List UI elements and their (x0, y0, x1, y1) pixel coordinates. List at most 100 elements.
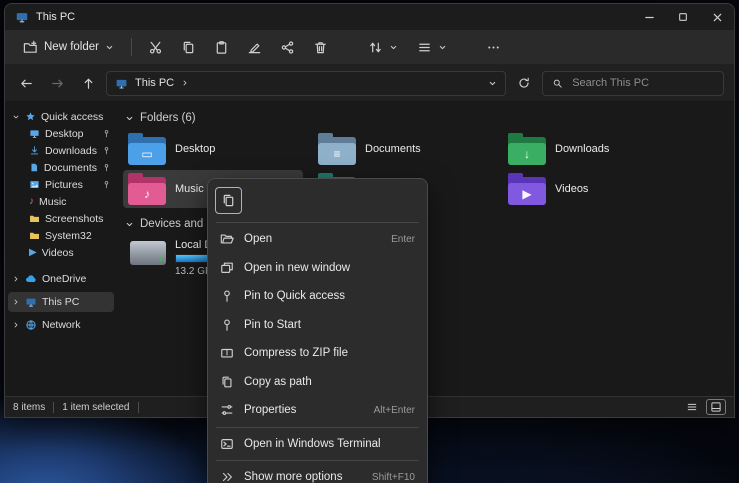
hard-drive-icon (130, 241, 166, 265)
menu-item-open[interactable]: Open Enter (212, 225, 423, 254)
refresh-icon (517, 76, 531, 90)
maximize-button[interactable] (666, 4, 700, 30)
new-folder-label: New folder (44, 41, 99, 53)
menu-item-pin-to-start[interactable]: Pin to Start (212, 311, 423, 340)
address-dropdown-icon[interactable] (488, 79, 497, 88)
folder-tile-label: Desktop (175, 143, 215, 155)
folder-tile-desktop[interactable]: ▭ Desktop (123, 130, 303, 168)
minimize-icon (644, 12, 655, 23)
menu-item-compress-to-zip[interactable]: Compress to ZIP file (212, 339, 423, 368)
command-bar: New folder (5, 30, 734, 65)
new-folder-button[interactable]: New folder (15, 34, 122, 60)
share-icon (280, 40, 295, 55)
folder-tile-label: Documents (365, 143, 421, 155)
sidebar-item-downloads[interactable]: Downloads (8, 142, 114, 159)
folder-tile-videos[interactable]: ▶ Videos (503, 170, 683, 208)
pictures-icon (29, 179, 40, 190)
menu-item-pin-to-quick-access[interactable]: Pin to Quick access (212, 282, 423, 311)
cut-button[interactable] (141, 34, 171, 60)
chevron-down-icon (125, 114, 134, 123)
folders-section-header[interactable]: Folders (6) (125, 108, 734, 128)
terminal-icon (220, 437, 234, 451)
titlebar: This PC (5, 4, 734, 30)
view-button[interactable] (409, 34, 455, 60)
menu-item-copy-as-path[interactable]: Copy as path (212, 368, 423, 397)
sidebar-item-desktop[interactable]: Desktop (8, 125, 114, 142)
pin-icon (220, 318, 234, 332)
statusbar-view-toggles (682, 399, 726, 415)
show-more-icon (220, 470, 234, 483)
details-view-button[interactable] (682, 399, 702, 415)
statusbar-divider (138, 402, 139, 413)
share-button[interactable] (273, 34, 303, 60)
forward-button[interactable] (44, 70, 70, 96)
screen: This PC New folder (0, 0, 739, 483)
sidebar-item-this-pc[interactable]: This PC (8, 292, 114, 312)
sidebar-item-documents[interactable]: Documents (8, 159, 114, 176)
address-bar: This PC (5, 65, 734, 102)
refresh-button[interactable] (511, 70, 537, 96)
menu-item-open-in-windows-terminal[interactable]: Open in Windows Terminal (212, 430, 423, 459)
pin-icon (102, 146, 111, 155)
folder-tile-documents[interactable]: ≡ Documents (313, 130, 493, 168)
search-input[interactable] (570, 76, 714, 90)
sidebar-item-network[interactable]: Network (8, 315, 114, 335)
copy-button[interactable] (174, 34, 204, 60)
videos-icon: ▶ (29, 248, 37, 258)
paste-button[interactable] (207, 34, 237, 60)
onedrive-icon (25, 273, 37, 285)
pin-icon (102, 129, 111, 138)
paste-icon (214, 40, 229, 55)
sidebar-item-system32[interactable]: System32 (8, 227, 114, 244)
downloads-folder-icon: ↓ (508, 134, 546, 165)
menu-item-open-in-new-window[interactable]: Open in new window (212, 254, 423, 283)
copy-button[interactable] (215, 187, 242, 214)
sidebar-item-quick-access[interactable]: Quick access (8, 108, 114, 125)
music-icon: ♪ (29, 197, 34, 207)
new-window-icon (220, 261, 234, 275)
sidebar-item-label: System32 (45, 230, 92, 242)
menu-item-show-more-options[interactable]: Show more options Shift+F10 (212, 463, 423, 483)
sidebar-item-label: Pictures (45, 179, 83, 191)
sidebar-item-screenshots[interactable]: Screenshots (8, 210, 114, 227)
chevron-down-icon (438, 43, 447, 52)
rename-button[interactable] (240, 34, 270, 60)
menu-item-properties[interactable]: Properties Alt+Enter (212, 396, 423, 425)
menu-separator (216, 427, 419, 428)
search-icon (552, 77, 563, 90)
selection-count: 1 item selected (62, 402, 129, 413)
chevron-right-icon[interactable] (181, 79, 189, 87)
sidebar-item-pictures[interactable]: Pictures (8, 176, 114, 193)
sidebar-item-onedrive[interactable]: OneDrive (8, 269, 114, 289)
chevron-right-icon (12, 321, 20, 329)
close-button[interactable] (700, 4, 734, 30)
sidebar-item-label: This PC (42, 296, 79, 308)
sort-icon (368, 40, 383, 55)
open-icon (220, 232, 234, 246)
sidebar-item-videos[interactable]: ▶ Videos (8, 244, 114, 261)
network-icon (25, 319, 37, 331)
context-menu-icon-strip (212, 183, 423, 220)
view-icon (417, 40, 432, 55)
sidebar-item-label: Quick access (41, 111, 103, 123)
minimize-button[interactable] (632, 4, 666, 30)
copy-icon (221, 193, 236, 208)
folder-icon (29, 213, 40, 224)
address-field[interactable]: This PC (106, 71, 506, 96)
folder-tile-downloads[interactable]: ↓ Downloads (503, 130, 683, 168)
breadcrumb[interactable]: This PC (135, 77, 174, 89)
delete-button[interactable] (306, 34, 336, 60)
up-button[interactable] (75, 70, 101, 96)
back-button[interactable] (13, 70, 39, 96)
details-view-icon (686, 401, 698, 413)
chevron-down-icon (125, 220, 134, 229)
thumbnail-view-button[interactable] (706, 399, 726, 415)
more-options-button[interactable] (479, 34, 509, 60)
chevron-down-icon (389, 43, 398, 52)
this-pc-icon (115, 77, 128, 90)
item-count: 8 items (13, 402, 45, 413)
zip-icon (220, 346, 234, 360)
shortcut-label: Shift+F10 (372, 472, 415, 483)
sidebar-item-music[interactable]: ♪ Music (8, 193, 114, 210)
sort-button[interactable] (360, 34, 406, 60)
